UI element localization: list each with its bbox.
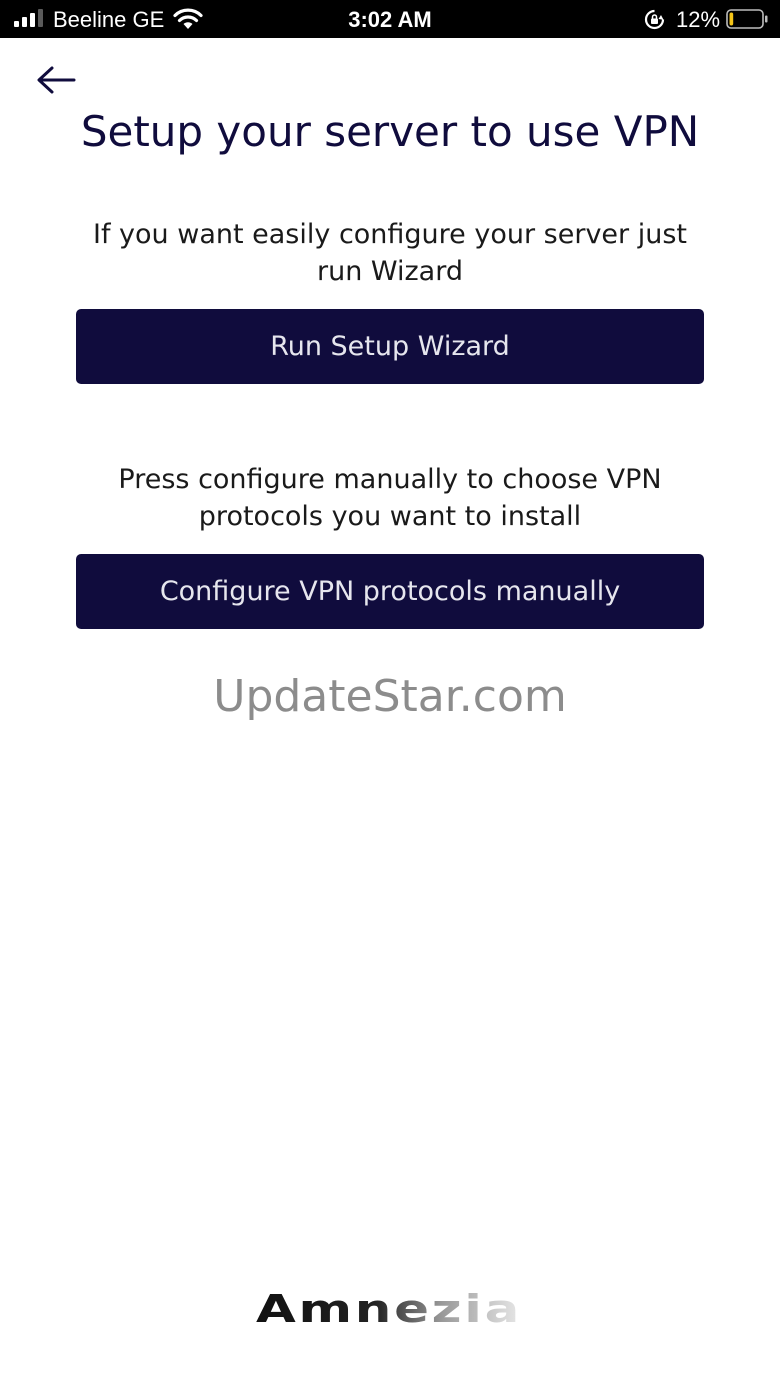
configure-manually-button[interactable]: Configure VPN protocols manually <box>76 554 704 629</box>
page-title: Setup your server to use VPN <box>80 107 700 156</box>
run-setup-wizard-button[interactable]: Run Setup Wizard <box>76 309 704 384</box>
arrow-left-icon <box>37 66 76 94</box>
status-bar: Beeline GE 3:02 AM 12% <box>0 0 780 38</box>
rotation-lock-icon <box>644 9 665 30</box>
back-button[interactable] <box>34 62 82 98</box>
svg-text:Amnezia: Amnezia <box>256 1288 522 1331</box>
manual-description: Press configure manually to choose VPN p… <box>118 464 662 532</box>
wizard-description: If you want easily configure your server… <box>93 219 687 287</box>
run-setup-wizard-label: Run Setup Wizard <box>270 331 510 362</box>
amnezia-logo: Amnezia <box>256 1288 522 1331</box>
configure-manually-label: Configure VPN protocols manually <box>159 576 621 607</box>
watermark: UpdateStar.com <box>213 671 567 722</box>
battery-icon <box>726 9 768 29</box>
battery-percentage: 12% <box>676 7 721 32</box>
